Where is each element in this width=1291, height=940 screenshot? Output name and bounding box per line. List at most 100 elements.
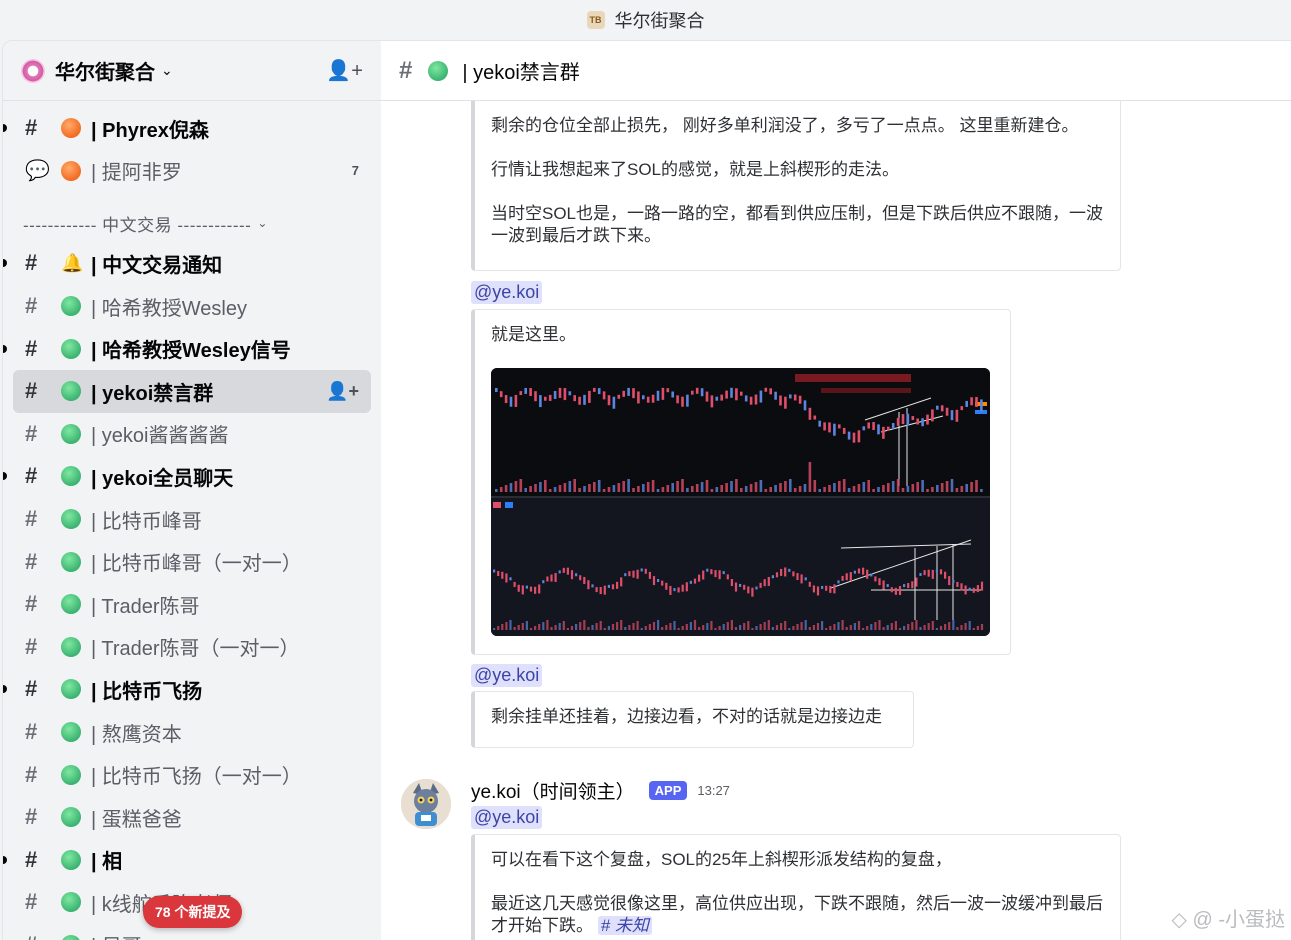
candle [661, 580, 664, 586]
volume-bar [499, 487, 503, 492]
candle [588, 390, 591, 403]
volume-bar [693, 620, 697, 630]
candle [874, 576, 877, 582]
author-name[interactable]: ye.koi（时间领主） [471, 777, 635, 804]
sidebar-channel-item[interactable]: # | yekoi酱酱酱酱 [13, 413, 371, 456]
candle [548, 394, 552, 401]
add-user-icon[interactable]: 👤+ [326, 381, 359, 402]
candle [798, 395, 802, 404]
volume-bar [632, 488, 635, 492]
candle [587, 580, 590, 590]
candle [493, 569, 496, 573]
volume-bar [646, 482, 650, 492]
volume-bar [767, 620, 770, 630]
channel-link[interactable]: # 未知 [597, 916, 652, 935]
sidebar-channel-item[interactable]: # | 哈希教授Wesley [13, 285, 371, 328]
message-list: 剩余的仓位全部止损先， 刚好多单利润没了，多亏了一点点。 这里重新建仓。 行情让… [381, 101, 1291, 940]
candle [964, 585, 967, 595]
sidebar-channel-item[interactable]: # 🔔 | 中文交易通知 [3, 242, 371, 285]
candle [566, 567, 569, 575]
sidebar-channel-item[interactable]: # | 比特币飞扬 [3, 668, 371, 711]
server-header[interactable]: 华尔街聚合 ⌄ 👤+ [3, 41, 381, 101]
user-mention[interactable]: @ye.koi [471, 281, 543, 304]
sidebar-channel-item[interactable]: # | yekoi全员聊天 [3, 455, 371, 498]
volume-bar [907, 624, 910, 630]
volume-bar [573, 479, 576, 492]
candle [975, 396, 978, 407]
candle [521, 585, 524, 595]
volume-bar [833, 624, 836, 630]
volume-bar [686, 488, 689, 492]
user-avatar[interactable] [401, 779, 451, 829]
candle [646, 396, 650, 403]
volume-bar [896, 479, 900, 492]
volume-bar [509, 483, 513, 492]
candle [940, 405, 944, 412]
sidebar-channel-item[interactable]: 💬 | 提阿非罗 7 [13, 150, 371, 193]
volume-bar [857, 621, 861, 630]
volume-bar [575, 624, 578, 630]
chart-screenshot-image[interactable] [491, 368, 990, 636]
sidebar-channel-item[interactable]: # | 比特币峰哥 [13, 498, 371, 541]
candle [818, 420, 821, 427]
volume-bar [656, 489, 660, 492]
sidebar-channel-item[interactable]: # | 比特币飞扬（一对一） [13, 753, 371, 796]
sidebar-channel-item[interactable]: # | 熬鹰资本 [13, 711, 371, 754]
volume-bar [769, 487, 772, 492]
volume-bar [676, 481, 679, 492]
candle [624, 573, 627, 577]
volume-bar [689, 622, 692, 630]
volume-bar [823, 487, 826, 492]
candle [524, 387, 527, 394]
volume-bar [570, 626, 574, 630]
sidebar-channel-item[interactable]: # | yekoi禁言群 👤+ [13, 369, 371, 413]
volume-bar [960, 625, 963, 630]
volume-bar [956, 627, 959, 630]
candle [495, 388, 498, 392]
sidebar-channel-item[interactable]: # | 蛋糕爸爸 [13, 796, 371, 839]
sidebar-channel-item[interactable]: # | Trader陈哥（一对一） [13, 626, 371, 669]
sidebar-channel-item[interactable]: # | 哈希教授Wesley信号 [3, 327, 371, 370]
candle [763, 579, 766, 587]
sidebar-channel-item[interactable]: # | Trader陈哥 [13, 583, 371, 626]
volume-bar [700, 482, 704, 492]
add-user-icon[interactable]: 👤+ [326, 58, 363, 83]
volume-bar [792, 626, 795, 630]
candle [710, 569, 713, 575]
candle [599, 587, 602, 595]
text-channel-icon: # [25, 335, 38, 361]
volume-bar [948, 622, 951, 630]
candle [700, 388, 704, 397]
candle [656, 390, 660, 401]
volume-bar [706, 623, 709, 630]
volume-bar [517, 625, 520, 630]
new-mentions-button[interactable]: 78 个新提及 [143, 896, 243, 928]
candle [603, 585, 606, 595]
candle [497, 570, 500, 576]
candle [705, 391, 709, 402]
user-mention[interactable]: @ye.koi [471, 806, 543, 829]
channel-label: | 相 [91, 851, 123, 874]
channel-category-header[interactable]: ------------ 中文交易 ------------ ⌄ [3, 192, 381, 242]
candle [857, 568, 861, 574]
candle [747, 586, 750, 594]
sidebar-channel-item[interactable]: # | 相 [3, 839, 371, 882]
volume-bar [554, 625, 557, 630]
candle [812, 585, 815, 593]
candle [898, 586, 902, 596]
channel-label: | Trader陈哥 [91, 595, 200, 618]
volume-bar [726, 622, 729, 630]
green-dot-icon [61, 807, 81, 828]
volume-bar [730, 481, 733, 492]
text-channel-icon: # [25, 633, 38, 659]
candle [706, 568, 709, 572]
candle [891, 423, 895, 430]
sidebar-channel-item[interactable]: # | 比特币峰哥（一对一） [13, 540, 371, 583]
user-mention[interactable]: @ye.koi [471, 664, 543, 687]
volume-bar [599, 621, 602, 630]
sidebar-channel-item[interactable]: # | Phyrex倪森 [3, 107, 371, 150]
candle [632, 570, 635, 578]
volume-bar [558, 485, 562, 492]
candle [722, 571, 725, 575]
candle [686, 394, 689, 407]
